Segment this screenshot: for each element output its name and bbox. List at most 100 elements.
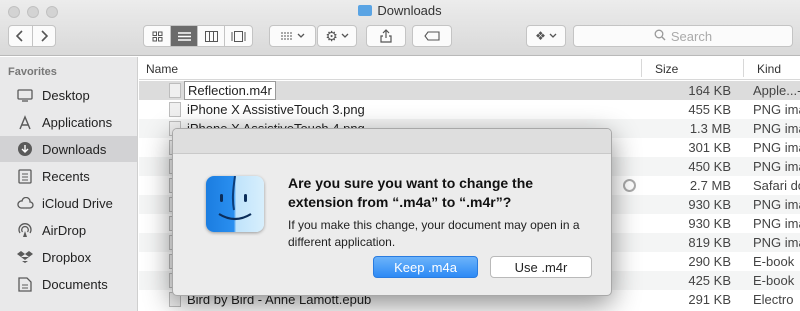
sidebar-item-dropbox[interactable]: Dropbox <box>0 244 137 270</box>
chevron-left-icon <box>16 30 23 42</box>
dialog-message: If you make this change, your document m… <box>288 218 580 249</box>
sidebar-item-documents[interactable]: Documents <box>0 271 137 297</box>
back-button[interactable] <box>9 26 33 46</box>
downloads-icon <box>16 141 34 157</box>
tag-icon <box>424 31 440 41</box>
table-row[interactable]: iPhone X AssistiveTouch 3.png 455 KB PNG… <box>139 100 800 119</box>
sidebar-item-label: iCloud Drive <box>42 195 113 211</box>
columns-icon <box>204 30 218 42</box>
search-placeholder: Search <box>670 28 713 44</box>
file-size: 301 KB <box>688 140 731 155</box>
list-view-button[interactable] <box>171 26 198 46</box>
recents-icon <box>16 168 34 184</box>
file-size: 930 KB <box>688 216 731 231</box>
airdrop-icon <box>16 222 34 238</box>
column-view-button[interactable] <box>198 26 225 46</box>
search-field[interactable]: Search <box>573 25 793 47</box>
dialog-sheet-header <box>173 129 611 154</box>
audio-file-icon <box>169 83 181 98</box>
chevron-down-icon <box>341 33 349 38</box>
share-icon <box>380 29 392 43</box>
dialog-title: Are you sure you want to change the exte… <box>288 175 534 210</box>
sidebar-item-airdrop[interactable]: AirDrop <box>0 217 137 243</box>
window-toolbar: Downloads ⚙ ❖ Search <box>0 0 800 56</box>
chevron-down-icon <box>297 33 305 38</box>
edit-tags-button[interactable] <box>412 25 452 47</box>
file-kind: PNG ima <box>753 102 800 117</box>
column-header-size[interactable]: Size <box>655 62 678 76</box>
sidebar-item-label: Dropbox <box>42 249 92 265</box>
file-kind: Safari do <box>753 178 800 193</box>
gear-icon: ⚙ <box>325 27 338 44</box>
gallery-icon <box>231 30 246 42</box>
keep-extension-button[interactable]: Keep .m4a <box>373 256 478 278</box>
file-kind: E-book <box>753 273 795 288</box>
file-size: 819 KB <box>688 235 731 250</box>
arrange-icon <box>281 32 293 40</box>
sidebar-item-label: AirDrop <box>42 222 87 238</box>
share-button[interactable] <box>366 25 406 47</box>
file-kind: Electro <box>753 292 794 307</box>
sidebar-item-label: Applications <box>42 114 113 130</box>
file-size: 930 KB <box>688 197 731 212</box>
sidebar-item-label: Documents <box>42 276 108 292</box>
file-kind: PNG ima <box>753 216 800 231</box>
sidebar-item-label: Recents <box>42 168 90 184</box>
use-new-extension-button[interactable]: Use .m4r <box>490 256 592 278</box>
file-size: 290 KB <box>688 254 731 269</box>
gallery-view-button[interactable] <box>225 26 252 46</box>
file-kind: PNG ima <box>753 197 800 212</box>
chevron-down-icon <box>549 33 557 38</box>
window-title-text: Downloads <box>377 3 442 18</box>
file-size: 450 KB <box>688 159 731 174</box>
column-divider[interactable] <box>743 59 744 77</box>
desktop-icon <box>16 87 34 103</box>
view-mode-control <box>143 25 253 47</box>
file-kind: PNG ima <box>753 140 800 155</box>
download-progress-icon <box>623 179 636 192</box>
file-size: 455 KB <box>688 102 731 117</box>
window-title: Downloads <box>0 3 800 18</box>
applications-icon <box>16 114 34 130</box>
sidebar-item-desktop[interactable]: Desktop <box>0 82 137 108</box>
rename-extension-dialog: Are you sure you want to change the exte… <box>172 128 612 296</box>
list-header: Name Size Kind <box>139 57 800 80</box>
grid-icon <box>152 31 162 41</box>
dropbox-button[interactable]: ❖ <box>526 25 566 47</box>
sidebar-item-applications[interactable]: Applications <box>0 109 137 135</box>
file-name: iPhone X AssistiveTouch 3.png <box>187 102 365 117</box>
table-row[interactable]: Reflection.m4r 164 KB Apple...- <box>139 81 800 100</box>
chevron-right-icon <box>41 30 48 42</box>
sidebar-item-recents[interactable]: Recents <box>0 163 137 189</box>
finder-icon <box>206 176 264 232</box>
file-kind: PNG ima <box>753 121 800 136</box>
cloud-icon <box>16 195 34 211</box>
column-divider[interactable] <box>641 59 642 77</box>
arrange-button[interactable] <box>269 25 316 47</box>
file-size: 291 KB <box>688 292 731 307</box>
forward-button[interactable] <box>33 26 56 46</box>
icon-view-button[interactable] <box>144 26 171 46</box>
file-kind: Apple...- <box>753 83 800 98</box>
file-kind: PNG ima <box>753 159 800 174</box>
file-kind: E-book <box>753 254 795 269</box>
file-size: 164 KB <box>688 83 731 98</box>
filename-edit-field[interactable]: Reflection.m4r <box>184 81 276 100</box>
dropbox-icon <box>16 249 34 265</box>
column-header-kind[interactable]: Kind <box>757 62 781 76</box>
list-icon <box>177 31 191 41</box>
image-file-icon <box>169 102 181 117</box>
search-icon <box>654 29 666 44</box>
file-size: 2.7 MB <box>689 178 731 193</box>
sidebar-item-label: Downloads <box>42 141 107 157</box>
sidebar-item-downloads[interactable]: Downloads <box>0 136 137 162</box>
file-kind: PNG ima <box>753 235 800 250</box>
sidebar: Favorites Desktop Applications Downloads… <box>0 57 138 311</box>
sidebar-item-label: Desktop <box>42 87 90 103</box>
documents-icon <box>16 276 34 292</box>
sidebar-item-icloud[interactable]: iCloud Drive <box>0 190 137 216</box>
file-size: 1.3 MB <box>689 121 731 136</box>
folder-icon <box>358 5 373 16</box>
column-header-name[interactable]: Name <box>146 62 178 76</box>
action-button[interactable]: ⚙ <box>317 25 357 47</box>
